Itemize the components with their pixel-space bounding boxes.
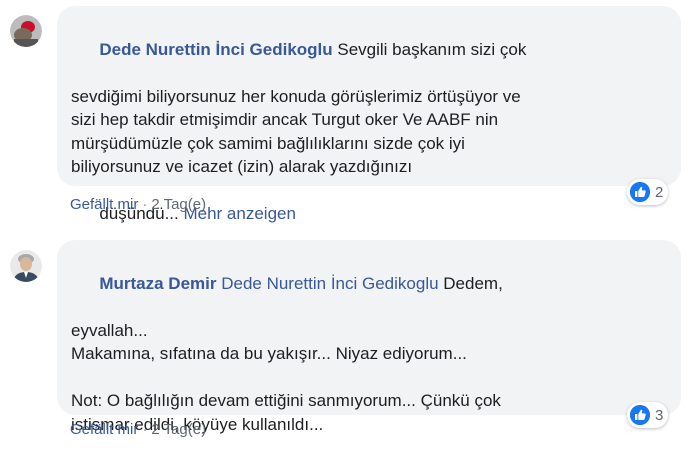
separator: · [142, 421, 148, 438]
avatar[interactable] [10, 250, 42, 282]
reaction-summary[interactable]: 3 [627, 402, 669, 428]
thumbs-up-icon [630, 405, 650, 425]
comment-text-line: Makamına, sıfatına da bu yakışır... Niya… [71, 344, 467, 363]
comment-text-line: eyvallah... [71, 320, 148, 340]
comment-actions: Gefällt mir · 2 Tag(e) [70, 421, 206, 438]
comment-text-line: Dedem, [438, 273, 503, 293]
comment-author[interactable]: Murtaza Demir [99, 274, 216, 293]
mention-link[interactable]: Dede Nurettin İnci Gedikoglu [216, 274, 438, 293]
avatar-image [10, 250, 42, 282]
comment-text-line: Not: O bağlılığın devam ettiğini sanmıyo… [71, 391, 501, 410]
reaction-count: 3 [655, 406, 664, 424]
comment-text-line [71, 366, 667, 390]
comment-bubble: Murtaza Demir Dede Nurettin İnci Gedikog… [57, 240, 681, 434]
like-button[interactable]: Gefällt mir [70, 421, 138, 438]
timestamp[interactable]: 2 Tag(e) [151, 421, 206, 438]
comment-2: Murtaza Demir Dede Nurettin İnci Gedikog… [0, 0, 700, 456]
